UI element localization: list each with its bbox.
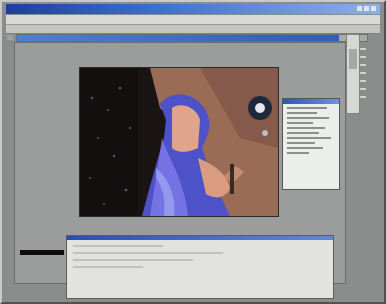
scrollbar-thumb[interactable] bbox=[349, 49, 357, 69]
photo-of-woman-in-blue-headscarf bbox=[80, 68, 278, 216]
palette-row[interactable] bbox=[287, 117, 329, 119]
palette-row[interactable] bbox=[287, 142, 315, 144]
palette-title-bar[interactable] bbox=[283, 99, 339, 104]
tool-button[interactable] bbox=[360, 80, 366, 82]
window-title-bar[interactable] bbox=[6, 4, 380, 14]
palette-row[interactable] bbox=[287, 132, 319, 134]
tool-button[interactable] bbox=[360, 48, 366, 50]
palette-row[interactable] bbox=[287, 112, 317, 114]
progress-fill bbox=[17, 35, 339, 41]
close-icon[interactable] bbox=[371, 6, 376, 11]
palette-row[interactable] bbox=[287, 127, 325, 129]
panel-title-bar[interactable] bbox=[67, 236, 333, 240]
status-indicator bbox=[20, 250, 64, 255]
panel-line bbox=[73, 252, 223, 254]
panel-line bbox=[73, 245, 163, 247]
maximize-icon[interactable] bbox=[364, 6, 369, 11]
tool-button[interactable] bbox=[360, 72, 366, 74]
tool-button[interactable] bbox=[360, 96, 366, 98]
palette-row[interactable] bbox=[287, 107, 327, 109]
tool-button[interactable] bbox=[360, 88, 366, 90]
vertical-scrollbar[interactable] bbox=[346, 34, 360, 114]
tool-button[interactable] bbox=[7, 35, 13, 40]
tool-button[interactable] bbox=[360, 64, 366, 66]
bottom-panel[interactable] bbox=[66, 235, 334, 299]
palette-row[interactable] bbox=[287, 147, 323, 149]
panel-line bbox=[73, 259, 193, 261]
layers-palette[interactable] bbox=[282, 98, 340, 190]
toolbar bbox=[6, 25, 380, 40]
image-canvas[interactable] bbox=[80, 68, 278, 216]
minimize-icon[interactable] bbox=[357, 6, 362, 11]
tool-button[interactable] bbox=[360, 56, 366, 58]
progress-bar bbox=[16, 34, 368, 42]
palette-row[interactable] bbox=[287, 152, 309, 154]
palette-row[interactable] bbox=[287, 137, 331, 139]
menu-bar[interactable] bbox=[6, 15, 380, 30]
panel-line bbox=[73, 266, 143, 268]
palette-row[interactable] bbox=[287, 122, 313, 124]
